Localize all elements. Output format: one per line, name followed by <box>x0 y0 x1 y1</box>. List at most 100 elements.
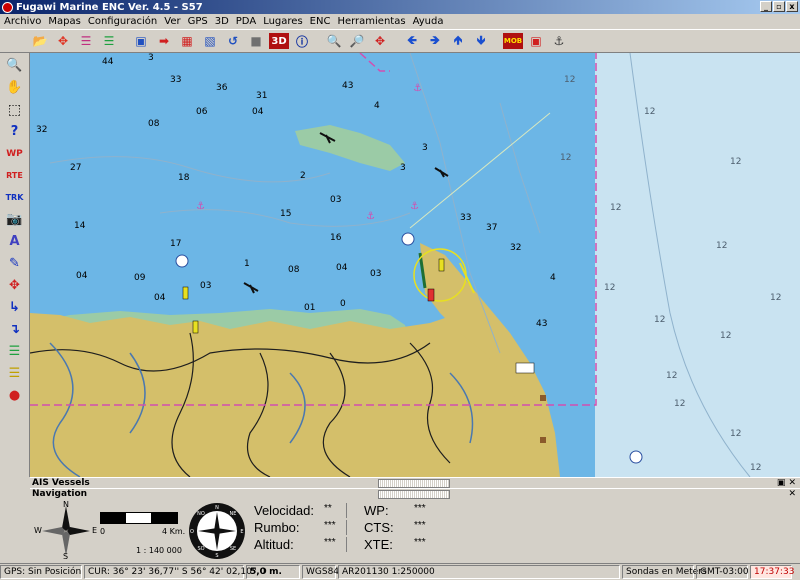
gray-box-icon[interactable]: ■ <box>246 31 266 51</box>
waypoint-tool-icon[interactable]: WP <box>3 143 27 164</box>
layer-edit-icon[interactable]: ☰ <box>3 341 27 362</box>
arrow-right-icon[interactable]: 🡺 <box>425 31 445 51</box>
anchor-icon[interactable]: ⚓ <box>549 31 569 51</box>
menu-3d[interactable]: 3D <box>213 16 234 27</box>
left-toolbar: 🔍 ✋ ⬚ ? WP RTE TRK 📷 A ✎ ✥ ↳ ↴ ☰ ☰ ● <box>0 53 30 477</box>
waypoint-layers-icon[interactable]: ☰ <box>76 31 96 51</box>
zoom-fit-icon[interactable]: ✥ <box>370 31 390 51</box>
chart-import-icon[interactable]: ▣ <box>131 31 151 51</box>
depth-sounding: 12 <box>610 203 622 213</box>
menu-mapas[interactable]: Mapas <box>46 16 85 27</box>
ais-panel-controls-icon[interactable]: ▣ ✕ <box>777 478 796 488</box>
zoom-in-icon[interactable]: 🔍 <box>324 31 344 51</box>
navigation-panel-close-icon[interactable]: ✕ <box>788 489 796 499</box>
open-folder-icon[interactable]: 📂 <box>30 31 50 51</box>
depth-sounding: 04 <box>76 271 88 281</box>
chart-refresh-icon[interactable]: ↺ <box>223 31 243 51</box>
zoom-out-icon[interactable]: 🔎 <box>347 31 367 51</box>
chart-boundary-north <box>359 53 390 72</box>
chart-overlay-icon[interactable]: ▦ <box>177 31 197 51</box>
select-rectangle-icon[interactable]: ⬚ <box>3 99 27 120</box>
depth-sounding: 31 <box>256 91 268 101</box>
minimize-button[interactable]: _ <box>760 1 772 12</box>
view-3d-button[interactable]: 3D <box>269 33 289 49</box>
menu-enc[interactable]: ENC <box>308 16 336 27</box>
depth-sounding: 03 <box>200 281 212 291</box>
landmark-square-1 <box>540 395 546 401</box>
anchorage-symbol-2: ⚓ <box>196 201 205 212</box>
layer-stack-icon[interactable]: ☰ <box>3 363 27 384</box>
menu-pda[interactable]: PDA <box>234 16 261 27</box>
pier-marker <box>515 362 535 374</box>
buoy-yellow-1 <box>182 286 189 300</box>
route-join-icon[interactable]: ↴ <box>3 319 27 340</box>
dial-label-o: O <box>190 529 194 535</box>
pan-arrows-icon[interactable]: ✥ <box>53 31 73 51</box>
arrow-down-icon[interactable]: 🡻 <box>471 31 491 51</box>
datum: WGS84 <box>302 565 339 579</box>
xte-value: *** <box>414 537 426 548</box>
depth-sounding: 12 <box>654 315 666 325</box>
depth-sounding: 15 <box>280 209 292 219</box>
forward-red-icon[interactable]: ➡ <box>154 31 174 51</box>
depth-sounding: 44 <box>102 57 114 67</box>
text-tool-icon[interactable]: A <box>3 231 27 252</box>
scale-ratio: 1 : 140 000 <box>136 546 182 555</box>
close-button[interactable]: x <box>786 1 798 12</box>
radio-beacon-icon-3 <box>629 450 643 464</box>
menu-ver[interactable]: Ver <box>162 16 185 27</box>
arrow-left-icon[interactable]: 🡸 <box>402 31 422 51</box>
waypoint-label: WP: <box>364 503 389 518</box>
depth-contour-5 <box>499 102 541 234</box>
heading-label: Rumbo: <box>254 520 300 535</box>
radio-beacon-icon <box>175 254 189 268</box>
route-split-icon[interactable]: ↳ <box>3 297 27 318</box>
menu-gps[interactable]: GPS <box>186 16 213 27</box>
info-icon[interactable]: ⓘ <box>292 31 312 51</box>
dial-label-s: S <box>215 553 218 559</box>
title-bar[interactable]: Fugawi Marine ENC Ver. 4.5 - S57 _ ▫ x <box>0 0 800 14</box>
deep-water-area <box>595 53 800 477</box>
scale-km: 4 Km. <box>162 527 186 536</box>
timezone: GMT-03:00 <box>696 565 749 579</box>
depth-sounding: 12 <box>750 463 762 473</box>
ais-panel-title: AIS Vessels <box>32 478 90 488</box>
menu-configuracion[interactable]: Configuración <box>86 16 162 27</box>
depth-sounding: 12 <box>666 371 678 381</box>
depth-sounding: 3 <box>422 143 428 153</box>
ais-panel-grip[interactable] <box>378 479 450 488</box>
waypoint-value: *** <box>414 503 426 514</box>
depth-sounding: 12 <box>716 241 728 251</box>
help-question-icon[interactable]: ? <box>3 121 27 142</box>
track-tool-icon[interactable]: TRK <box>3 187 27 208</box>
altitude-value: *** <box>324 537 336 548</box>
window-title: Fugawi Marine ENC Ver. 4.5 - S57 <box>16 1 203 13</box>
draw-pen-icon[interactable]: ✎ <box>3 253 27 274</box>
depth-contour-1 <box>49 156 331 183</box>
stop-square-icon[interactable]: ▣ <box>526 31 546 51</box>
camera-icon[interactable]: 📷 <box>3 209 27 230</box>
route-tool-icon[interactable]: RTE <box>3 165 27 186</box>
move-point-icon[interactable]: ✥ <box>3 275 27 296</box>
hand-pan-icon[interactable]: ✋ <box>3 77 27 98</box>
navigation-panel-grip[interactable] <box>378 490 450 499</box>
buoy-yellow-2 <box>192 320 199 334</box>
marker-point-icon[interactable]: ● <box>3 385 27 406</box>
anchorage-symbol-4: ⚓ <box>410 201 419 212</box>
arrow-up-icon[interactable]: 🡹 <box>448 31 468 51</box>
menu-archivo[interactable]: Archivo <box>2 16 46 27</box>
magnifier-icon[interactable]: 🔍 <box>3 55 27 76</box>
menu-ayuda[interactable]: Ayuda <box>411 16 449 27</box>
depth-sounding: 32 <box>36 125 48 135</box>
man-overboard-button[interactable]: MOB <box>503 33 523 49</box>
depth-sounding: 09 <box>134 273 146 283</box>
menu-lugares[interactable]: Lugares <box>261 16 307 27</box>
ais-vessels-panel-header[interactable]: AIS Vessels ▼ ▣ ✕ <box>30 477 800 488</box>
menu-herramientas[interactable]: Herramientas <box>335 16 410 27</box>
chart-map-view[interactable]: ⚓ ⚓ ⚓ ⚓ 44 3 33 36 31 43 4 32 08 06 04 3… <box>30 53 800 477</box>
chart-swap-icon[interactable]: ▧ <box>200 31 220 51</box>
depth-sounding: 12 <box>720 331 732 341</box>
restore-button[interactable]: ▫ <box>773 1 785 12</box>
navigation-panel-header[interactable]: Navigation ▲ ✕ <box>30 488 800 499</box>
route-layers-icon[interactable]: ☰ <box>99 31 119 51</box>
